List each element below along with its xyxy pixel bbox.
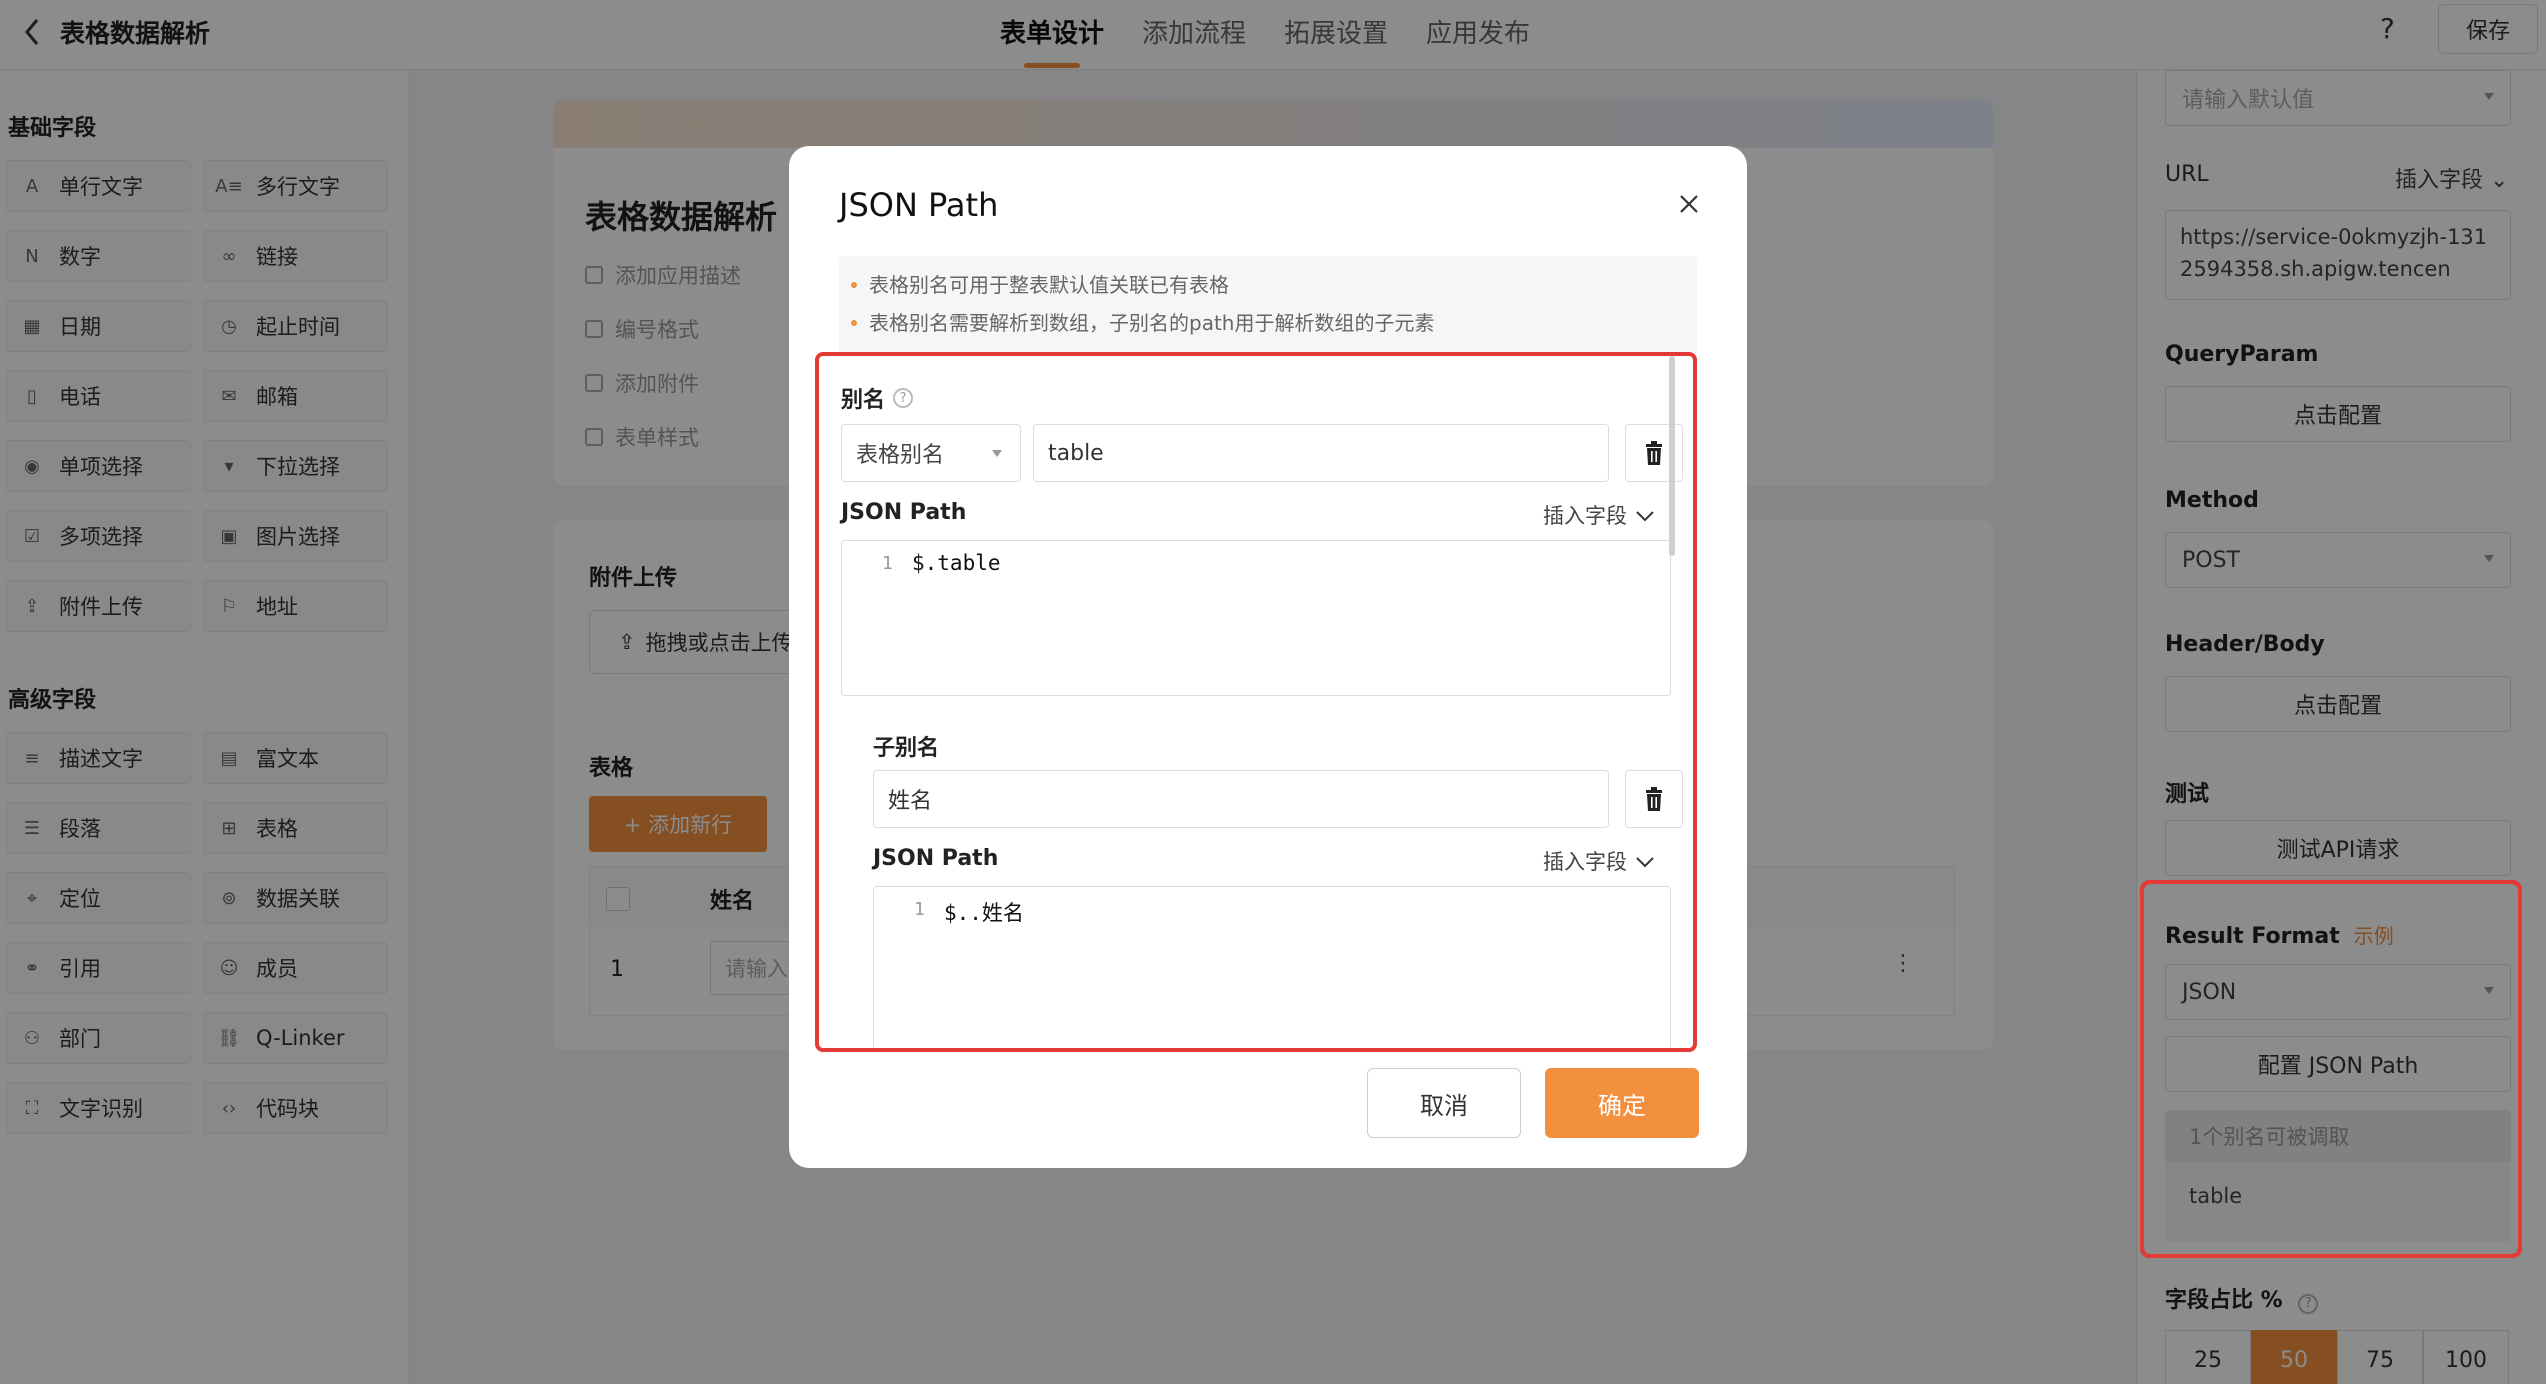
trash-icon[interactable]: [1625, 770, 1683, 828]
sub-jsonpath-editor[interactable]: 1 $..姓名: [873, 886, 1671, 1048]
alias-type-value: 表格别名: [856, 443, 945, 468]
line-number: 1: [914, 899, 925, 920]
chevron-down-icon: [1635, 849, 1655, 873]
confirm-button[interactable]: 确定: [1545, 1068, 1699, 1138]
sub-jsonpath-label: JSON Path: [873, 846, 999, 871]
help-icon[interactable]: ?: [893, 388, 914, 408]
insert-field-label: 插入字段: [1543, 504, 1627, 528]
alias-label: 别名?: [841, 382, 914, 414]
alias-type-select[interactable]: 表格别名: [841, 424, 1021, 482]
result-format-highlight-top: [2140, 880, 2522, 1258]
chevron-down-icon: [1635, 503, 1655, 527]
sub-jsonpath-code: $..姓名: [944, 901, 1024, 925]
bullet-dot: [851, 282, 857, 288]
insert-field-dropdown[interactable]: 插入字段: [1543, 500, 1655, 530]
tip-item: 表格别名可用于整表默认值关联已有表格: [851, 266, 1685, 304]
chevron-down-icon: [992, 450, 1002, 457]
sub-insert-field-dropdown[interactable]: 插入字段: [1543, 846, 1655, 876]
jsonpath-dialog: JSON Path 表格别名可用于整表默认值关联已有表格 表格别名需要解析到数组…: [789, 146, 1747, 1168]
alias-config-scroll-area[interactable]: 别名? 表格别名 table JSON Path 插入字段 1 $.table …: [819, 356, 1693, 1048]
jsonpath-code: $.table: [912, 551, 1001, 575]
alias-label-text: 别名: [841, 388, 886, 413]
dialog-title: JSON Path: [839, 186, 999, 224]
sub-alias-label: 子别名: [873, 736, 940, 761]
line-number: 1: [882, 553, 893, 574]
cancel-button[interactable]: 取消: [1367, 1068, 1521, 1138]
sub-alias-input[interactable]: 姓名: [873, 770, 1609, 828]
jsonpath-label: JSON Path: [841, 500, 967, 525]
alias-input[interactable]: table: [1033, 424, 1609, 482]
dialog-scrollbar[interactable]: [1669, 356, 1675, 556]
alias-config-highlight: 别名? 表格别名 table JSON Path 插入字段 1 $.table …: [815, 352, 1697, 1052]
close-icon[interactable]: [1669, 184, 1709, 224]
bullet-dot: [851, 320, 857, 326]
dialog-tips: 表格别名可用于整表默认值关联已有表格 表格别名需要解析到数组，子别名的path用…: [839, 256, 1697, 356]
insert-field-label: 插入字段: [1543, 850, 1627, 874]
dialog-footer: 取消 确定: [789, 1056, 1747, 1168]
tip-text: 表格别名可用于整表默认值关联已有表格: [869, 273, 1229, 297]
tip-text: 表格别名需要解析到数组，子别名的path用于解析数组的子元素: [869, 311, 1435, 335]
tip-item: 表格别名需要解析到数组，子别名的path用于解析数组的子元素: [851, 304, 1685, 342]
jsonpath-editor[interactable]: 1 $.table: [841, 540, 1671, 696]
